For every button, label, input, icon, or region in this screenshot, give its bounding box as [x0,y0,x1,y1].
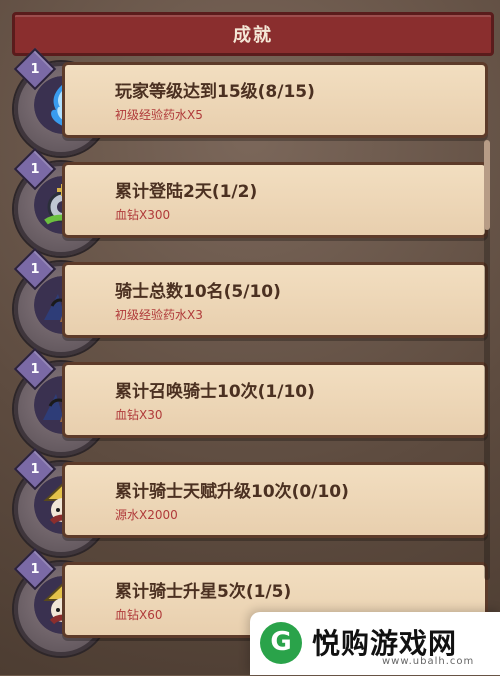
achievement-title: 骑士总数10名(5/10) [115,282,281,302]
achievement-title: 累计登陆2天(1/2) [115,182,258,202]
level-number: 1 [30,261,40,277]
achievement-reward: 源水X2000 [115,508,178,522]
achievement-card[interactable]: 骑士总数10名(5/10) 初级经验药水X3 [62,262,488,338]
achievement-title: 累计骑士天赋升级10次(0/10) [115,482,349,502]
achievements-screen: 成就 1 玩家等级达到15级(8/15) 初级经验药水X5 1 累计登陆2天(1… [0,0,500,675]
level-number: 1 [30,161,40,177]
achievement-card[interactable]: 玩家等级达到15级(8/15) 初级经验药水X5 [62,62,488,138]
achievement-reward: 初级经验药水X5 [115,108,203,122]
list-scrollbar[interactable] [484,140,490,580]
level-number: 1 [30,61,40,77]
achievement-reward: 血钻X30 [115,408,163,422]
site-logo-letter: G [270,627,292,657]
achievement-card[interactable]: 累计召唤骑士10次(1/10) 血钻X30 [62,362,488,438]
achievements-header: 成就 [12,12,494,56]
achievement-reward: 血钻X60 [115,608,163,622]
site-url: www.ubalh.com [382,656,475,667]
scrollbar-thumb[interactable] [484,140,490,230]
achievement-reward: 血钻X300 [115,208,171,222]
page-title: 成就 [233,25,273,46]
level-number: 1 [30,361,40,377]
achievement-title: 累计骑士升星5次(1/5) [115,582,292,602]
site-watermark: G 悦购游戏网 www.ubalh.com [250,612,500,675]
level-number: 1 [30,461,40,477]
site-logo-icon: G [260,622,302,664]
achievement-title: 累计召唤骑士10次(1/10) [115,382,315,402]
achievement-list[interactable]: 1 玩家等级达到15级(8/15) 初级经验药水X5 1 累计登陆2天(1/2)… [0,47,500,676]
level-number: 1 [30,561,40,577]
achievement-reward: 初级经验药水X3 [115,308,203,322]
achievement-card[interactable]: 累计骑士天赋升级10次(0/10) 源水X2000 [62,462,488,538]
achievement-title: 玩家等级达到15级(8/15) [115,82,315,102]
achievement-card[interactable]: 累计登陆2天(1/2) 血钻X300 [62,162,488,238]
